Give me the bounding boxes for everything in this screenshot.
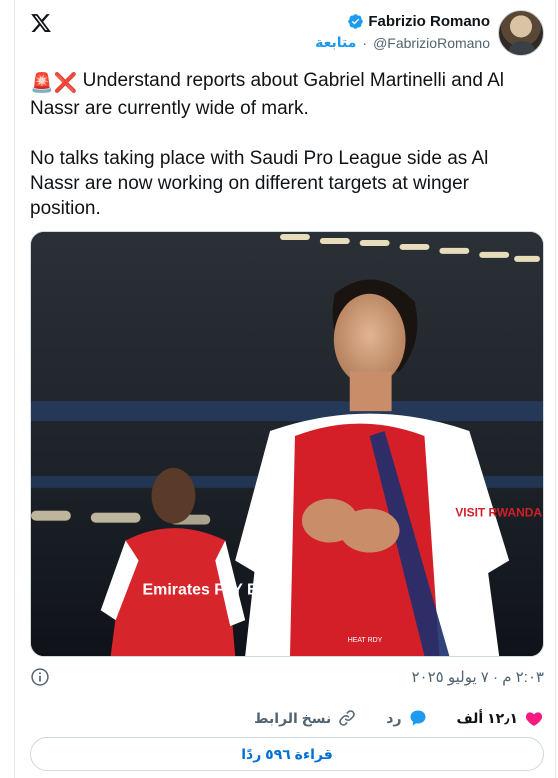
verified-badge-icon [347,13,364,30]
photo-illustration: Emirates FLY BETTER VISIT RWANDA HEAT RD… [31,232,543,656]
x-logo-icon[interactable] [30,12,52,34]
tweet-text-line2: No talks taking place with Saudi Pro Lea… [30,148,489,219]
tweet-text-line1: Understand reports about Gabriel Martine… [30,70,505,119]
heart-icon [524,708,544,728]
shirt-tag-text: HEAT RDY [348,637,383,644]
follow-button[interactable]: متابعة [315,34,356,51]
siren-emoji: 🚨 [30,73,54,94]
link-icon [337,708,357,728]
display-name[interactable]: Fabrizio Romano [368,13,490,30]
main-sponsor-text: VISIT RWANDA [455,506,542,520]
info-icon[interactable] [30,667,50,687]
author-text: Fabrizio Romano متابعة · @FabrizioRomano [315,10,490,51]
author-block: Fabrizio Romano متابعة · @FabrizioRomano [315,10,544,58]
copy-link-button[interactable]: نسخ الرابط [254,708,357,728]
meta-row: ٢:٠٣ م · ٧ يوليو ٢٠٢٥ [30,666,544,688]
reply-button[interactable]: رد [386,708,427,728]
timestamp[interactable]: ٢:٠٣ م · ٧ يوليو ٢٠٢٥ [411,668,544,686]
name-row: Fabrizio Romano [347,13,490,30]
action-bar: ١٢٫١ ألف رد نسخ الرابط [254,706,544,730]
reply-label: رد [386,709,402,726]
like-button[interactable]: ١٢٫١ ألف [457,708,545,728]
cross-mark-emoji: ❌ [53,73,78,94]
separator-dot: · [362,34,368,51]
reply-bubble-icon [408,708,428,728]
avatar[interactable] [498,10,544,56]
tweet-text: 🚨❌ Understand reports about Gabriel Mart… [30,68,530,221]
tweet-photo[interactable]: Emirates FLY BETTER VISIT RWANDA HEAT RD… [30,231,544,657]
handle-row: متابعة · @FabrizioRomano [315,34,490,51]
handle[interactable]: @FabrizioRomano [373,35,490,51]
read-replies-button[interactable]: قراءة ٥٩٦ ردًا [30,737,544,771]
copy-link-label: نسخ الرابط [254,709,332,726]
like-count: ١٢٫١ ألف [456,709,519,726]
